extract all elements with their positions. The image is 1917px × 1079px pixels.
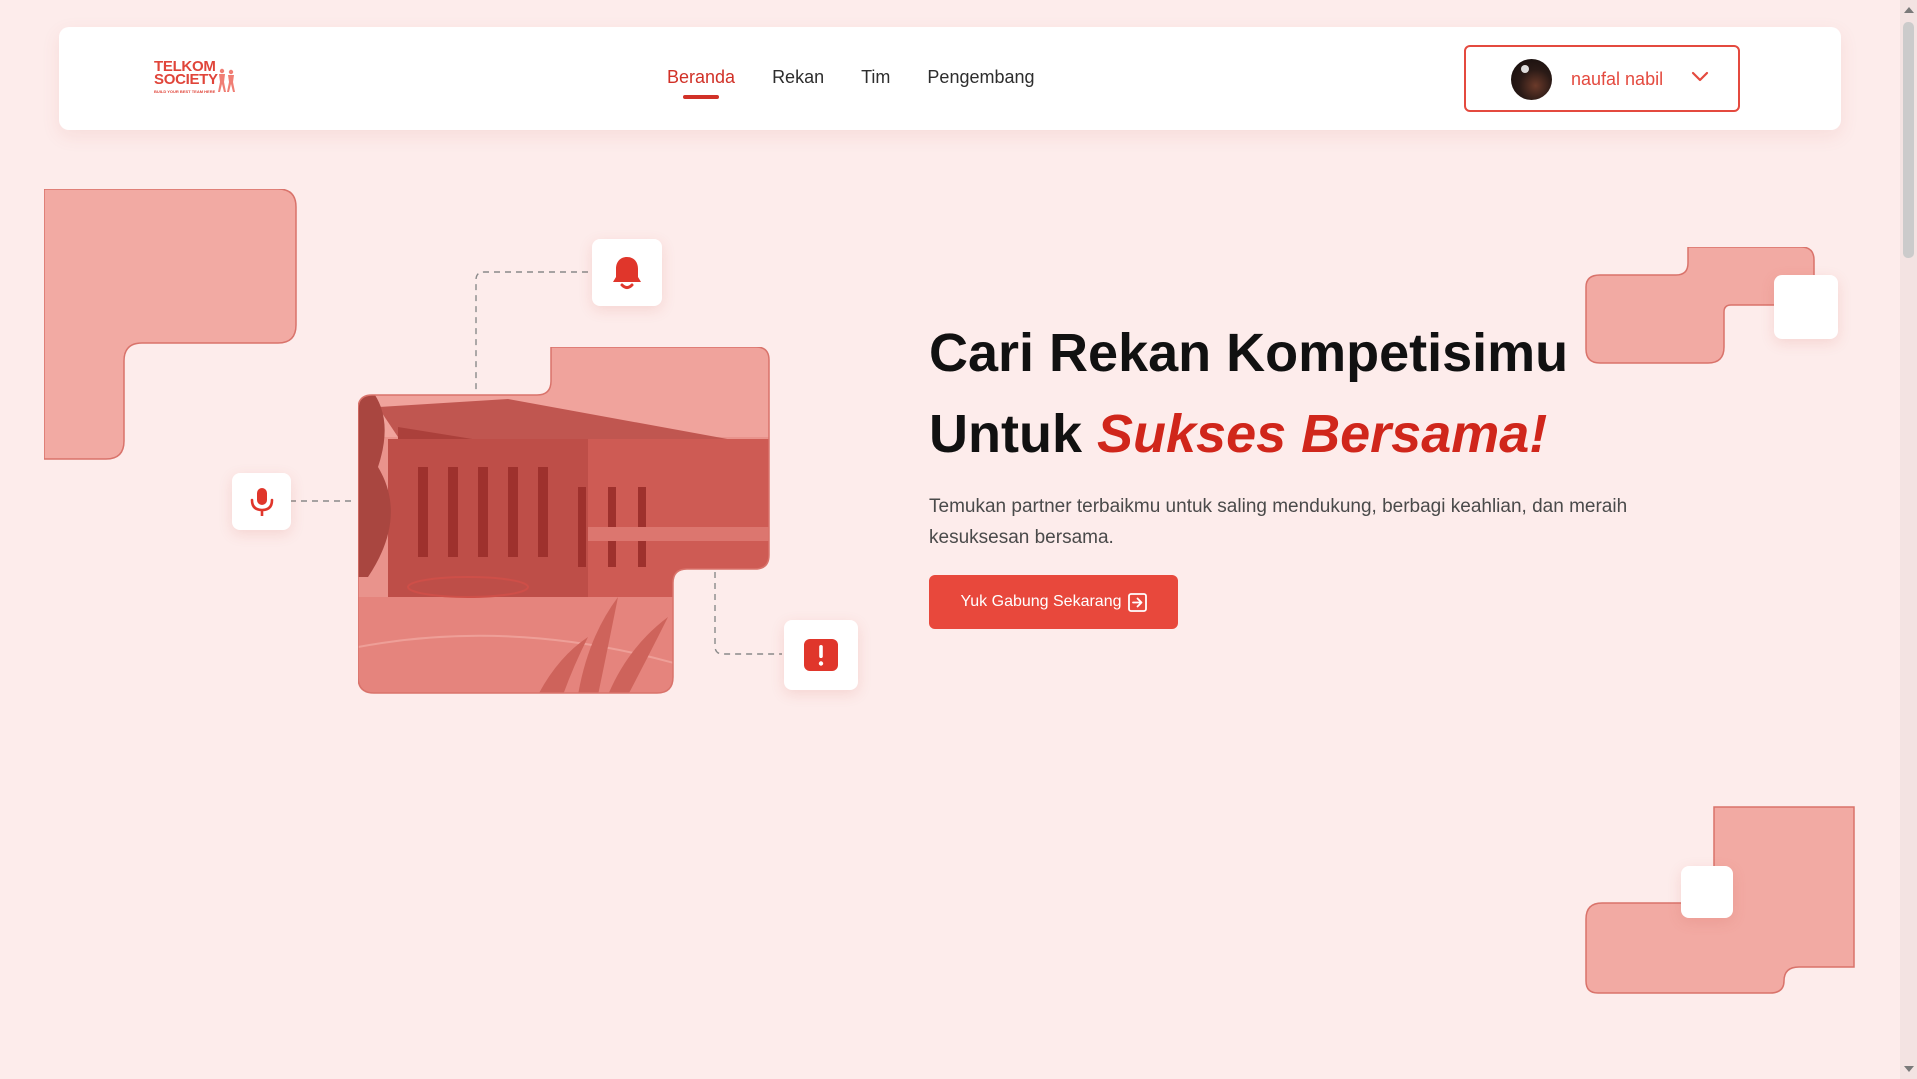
hero-title-line2-plain: Untuk [929,404,1097,464]
scroll-up-arrow[interactable] [1904,7,1914,13]
user-menu-dropdown[interactable]: naufal nabil [1464,45,1740,112]
nav-item-pengembang[interactable]: Pengembang [927,67,1034,88]
arrow-right-box-icon [1127,592,1147,612]
decorative-card-top-right [1774,275,1838,339]
hero-description: Temukan partner terbaikmu untuk saling m… [929,496,1628,548]
decorative-card-bottom-right [1681,866,1733,918]
hero-title-line1: Cari Rekan Kompetisimu [929,323,1569,383]
join-now-label: Yuk Gabung Sekarang [960,593,1122,610]
avatar [1511,59,1552,100]
alert-card [784,620,858,690]
scroll-down-arrow[interactable] [1904,1066,1914,1072]
hero-title-accent: Sukses Bersama! [1097,404,1548,464]
chevron-down-icon [1691,71,1709,82]
bell-card [592,239,662,306]
alert-icon [804,639,838,671]
hero-title: Cari Rekan Kompetisimu Untuk Sukses Bers… [929,313,1568,475]
school-building-photo [358,347,770,694]
microphone-card [232,473,291,530]
page-scrollbar[interactable] [1900,0,1917,1079]
bell-icon [613,256,641,289]
user-name: naufal nabil [1571,69,1664,89]
join-now-button[interactable]: Yuk Gabung Sekarang [929,575,1178,629]
microphone-icon [250,487,273,516]
nav-item-label: Pengembang [927,67,1035,87]
scroll-thumb[interactable] [1903,22,1914,258]
